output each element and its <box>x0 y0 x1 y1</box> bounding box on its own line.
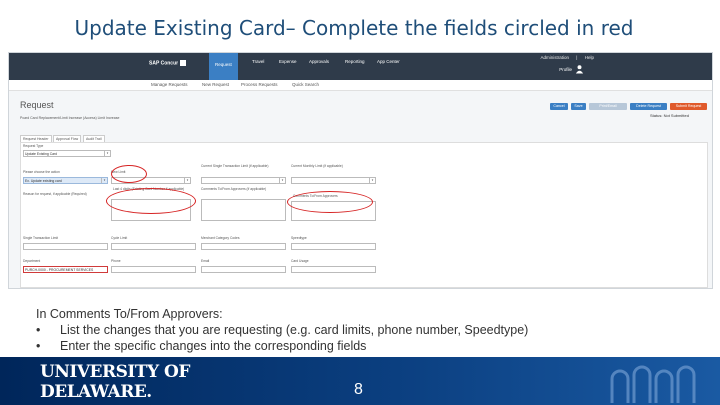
approver-textarea[interactable] <box>201 199 286 221</box>
utility-links: Administration | Help <box>535 55 594 60</box>
logo-line-2: DELAWARE. <box>40 382 152 402</box>
page-number: 8 <box>354 381 363 398</box>
instruction-item: • List the changes that you are requestin… <box>36 322 528 338</box>
sap-concur-logo: SAP Concur <box>149 60 187 67</box>
mcc-label: Merchant Category Codes <box>201 236 240 240</box>
red-circle-comments <box>287 191 373 213</box>
request-type-value: Update Existing Card <box>25 152 58 156</box>
current-monthly-limit-select[interactable]: ▾ <box>291 177 376 184</box>
sub-navigation: Manage Requests New Request Process Requ… <box>9 80 712 91</box>
single-transaction-limit-label: Single Transaction Limit <box>23 236 59 240</box>
concur-top-bar: Administration | Help Profile SAP Concur… <box>9 53 712 80</box>
utility-separator: | <box>576 55 578 60</box>
action-value: Ex. Update existing card <box>25 179 62 183</box>
instruction-text: List the changes that you are requesting… <box>60 323 529 337</box>
speedtype-label: Speedtype <box>291 236 307 240</box>
instructions-heading: In Comments To/From Approvers: <box>36 307 223 321</box>
speedtype-input[interactable] <box>291 243 376 250</box>
slide-footer: UNIVERSITY OF DELAWARE. 8 <box>0 357 720 405</box>
cancel-button[interactable]: Cancel <box>550 103 568 110</box>
request-type-select[interactable]: Update Existing Card ▾ <box>23 150 111 157</box>
chevron-down-icon: ▾ <box>104 151 110 156</box>
current-single-limit-select[interactable]: ▾ <box>201 177 286 184</box>
request-type-label: Request Type <box>23 144 44 148</box>
administration-link[interactable]: Administration <box>541 55 570 60</box>
request-form-panel: Request Type Update Existing Card ▾ Pleas… <box>20 142 708 288</box>
nav-travel[interactable]: Travel <box>252 59 264 64</box>
nav-expense[interactable]: Expense <box>279 59 297 64</box>
concur-screenshot: Administration | Help Profile SAP Concur… <box>8 52 713 289</box>
university-of-delaware-logo: UNIVERSITY OF DELAWARE. <box>40 362 190 402</box>
red-circle-new-limit <box>111 165 147 183</box>
submit-request-button[interactable]: Submit Request <box>670 103 707 110</box>
decorative-arches-icon <box>610 365 696 403</box>
logo-text: SAP Concur <box>149 60 179 67</box>
save-button[interactable]: Save <box>571 103 586 110</box>
action-label: Please choose the action <box>23 170 60 174</box>
instruction-item: • Enter the specific changes into the cor… <box>36 338 528 354</box>
instruction-text: Enter the specific changes into the corr… <box>60 339 367 353</box>
cycle-limit-label: Cycle Limit <box>111 236 128 240</box>
slide-title: Update Existing Card– Complete the field… <box>74 16 634 40</box>
nav-request[interactable]: Request <box>209 53 238 80</box>
phone-input[interactable] <box>111 266 196 273</box>
bullet-marker: • <box>36 323 41 337</box>
card-usage-input[interactable] <box>291 266 376 273</box>
request-heading: Request <box>20 100 54 110</box>
instructions: In Comments To/From Approvers: • List the… <box>36 306 528 354</box>
chevron-down-icon: ▾ <box>279 178 285 183</box>
chevron-down-icon: ▾ <box>184 178 190 183</box>
logo-line-1: UNIVERSITY OF <box>40 362 190 382</box>
mcc-input[interactable] <box>201 243 286 250</box>
nav-approvals[interactable]: Approvals <box>309 59 329 64</box>
delete-request-button[interactable]: Delete Request <box>630 103 667 110</box>
subnav-manage-requests[interactable]: Manage Requests <box>151 82 188 87</box>
status-value: Not Submitted <box>663 113 689 118</box>
status-label: Status: <box>650 113 663 118</box>
department-label: Department <box>23 259 41 263</box>
request-subtitle: Pcard Card Replacement/Limit Increase (A… <box>20 116 120 120</box>
bullet-marker: • <box>36 339 41 353</box>
reason-label: Reason for request, if applicable (Requi… <box>23 192 87 196</box>
profile-menu[interactable]: Profile <box>559 67 572 72</box>
department-input[interactable]: PURCH-0000 - PROCUREMENT SERVICES <box>23 266 108 273</box>
logo-mark-icon <box>180 60 187 66</box>
current-single-limit-label: Current Single Transaction Limit (if app… <box>201 164 269 168</box>
red-circle-card-number <box>106 188 196 214</box>
email-input[interactable] <box>201 266 286 273</box>
single-transaction-limit-input[interactable] <box>23 243 108 250</box>
current-monthly-limit-label: Current Monthly Limit (if applicable) <box>291 164 343 168</box>
subnav-quick-search[interactable]: Quick Search <box>292 82 319 87</box>
help-link[interactable]: Help <box>585 55 594 60</box>
email-label: Email <box>201 259 210 263</box>
chevron-down-icon: ▾ <box>101 178 107 183</box>
request-status: Status: Not Submitted <box>650 113 689 118</box>
print-email-button[interactable]: Print/Email <box>589 103 627 110</box>
approver-label: Comments To/From Approvers (if applicabl… <box>201 187 267 191</box>
department-value: PURCH-0000 - PROCUREMENT SERVICES <box>25 268 94 272</box>
user-avatar-icon[interactable] <box>575 64 584 74</box>
nav-app-center[interactable]: App Center <box>377 59 400 64</box>
cycle-limit-input[interactable] <box>111 243 196 250</box>
action-select[interactable]: Ex. Update existing card ▾ <box>23 177 108 184</box>
nav-reporting[interactable]: Reporting <box>345 59 365 64</box>
card-usage-label: Card Usage <box>291 259 309 263</box>
subnav-new-request[interactable]: New Request <box>202 82 229 87</box>
chevron-down-icon: ▾ <box>369 178 375 183</box>
phone-label: Phone <box>111 259 121 263</box>
subnav-process-requests[interactable]: Process Requests <box>241 82 278 87</box>
